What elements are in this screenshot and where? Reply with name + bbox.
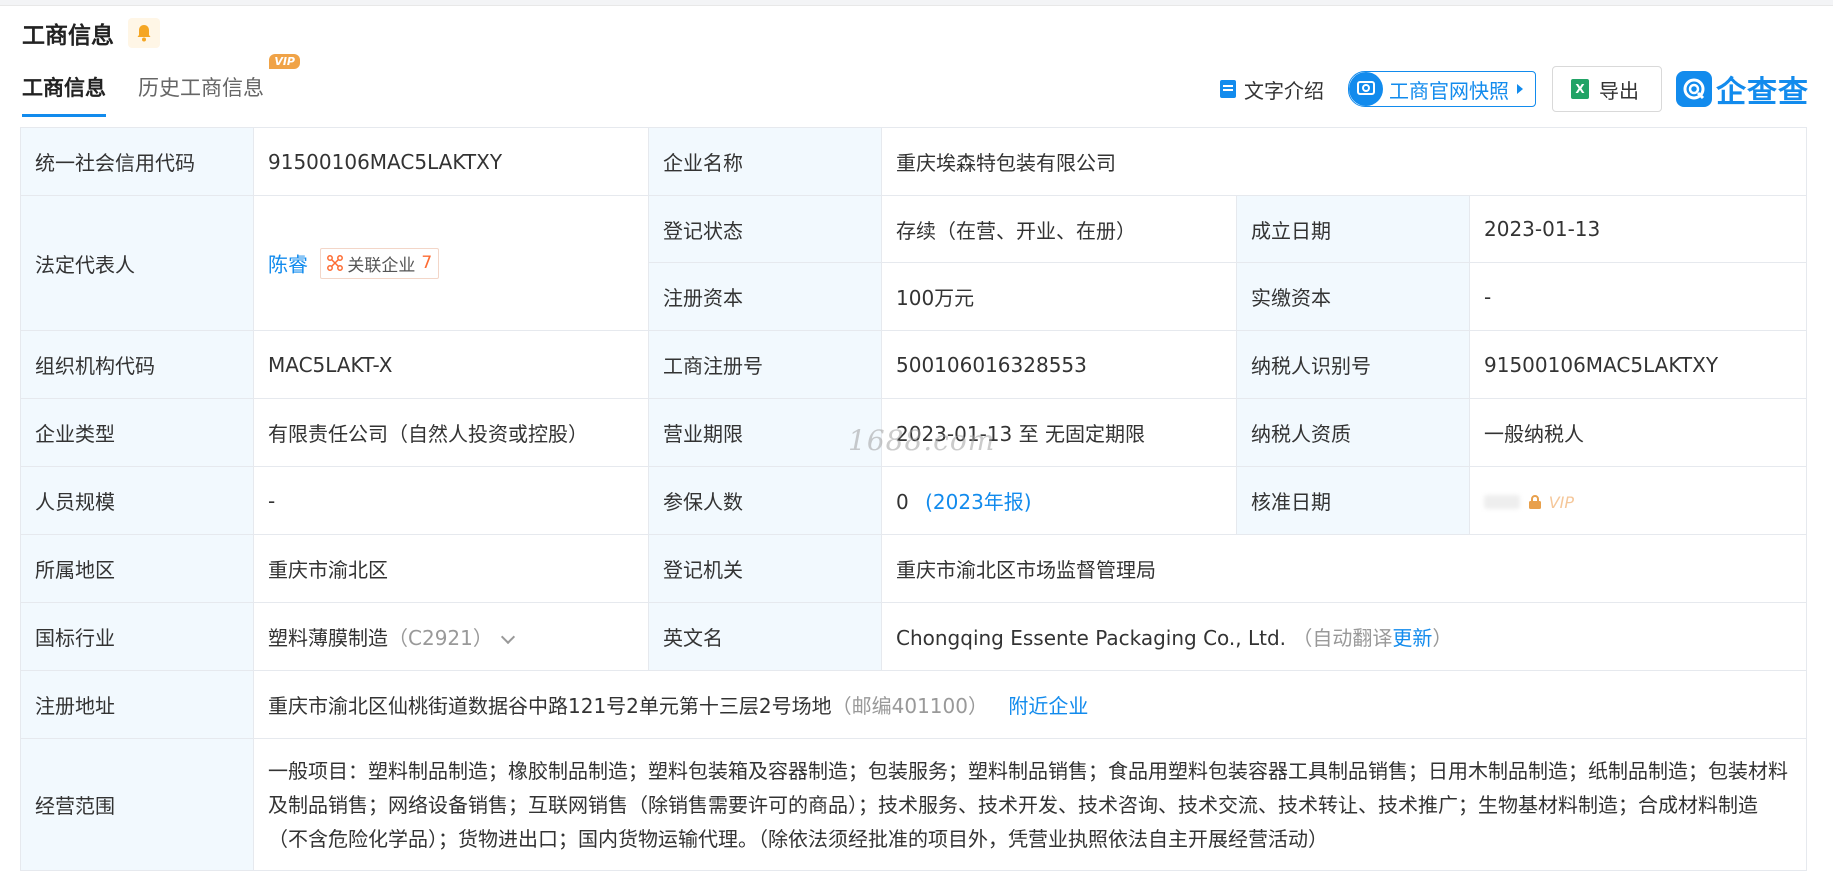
table-row: 人员规模 - 参保人数 0 (2023年报) 核准日期 VIP — [20, 466, 1807, 535]
section-title: 工商信息 — [22, 23, 114, 49]
address-cell: 重庆市渝北区仙桃街道数据谷中路121号2单元第十三层2号场地（邮编401100）… — [253, 670, 1807, 739]
vip-badge: VIP — [269, 54, 300, 69]
top-border — [0, 0, 1833, 6]
english-name-value: Chongqing Essente Packaging Co., Ltd. — [896, 626, 1287, 650]
auto-translate-note: （自动翻译 — [1292, 626, 1393, 650]
taxpayer-id-label: 纳税人识别号 — [1236, 330, 1470, 399]
section-header: 工商信息 — [22, 16, 160, 50]
reg-capital-label: 注册资本 — [648, 262, 882, 331]
reg-no-label: 工商注册号 — [648, 330, 882, 399]
document-icon — [1220, 80, 1236, 98]
vip-tag: VIP — [1548, 492, 1575, 512]
credit-code-value: 91500106MAC5LAKTXY — [253, 127, 649, 196]
annual-report-link[interactable]: (2023年报) — [925, 490, 1032, 514]
staff-size-label: 人员规模 — [20, 466, 254, 535]
industry-code: （C2921） — [388, 626, 493, 650]
tax-qual-value: 一般纳税人 — [1469, 398, 1807, 467]
logo-icon — [1676, 71, 1712, 107]
founded-label: 成立日期 — [1236, 195, 1470, 263]
bell-icon[interactable] — [128, 18, 160, 48]
table-row: 统一社会信用代码 91500106MAC5LAKTXY 企业名称 重庆埃森特包装… — [20, 127, 1807, 196]
text-intro-label: 文字介绍 — [1244, 78, 1324, 103]
scope-value: 一般项目：塑料制品制造；橡胶制品制造；塑料包装箱及容器制造；包装服务；塑料制品销… — [253, 738, 1807, 871]
tax-qual-label: 纳税人资质 — [1236, 398, 1470, 467]
lock-icon — [1529, 495, 1542, 509]
related-label: 关联企业 — [347, 255, 416, 276]
table-row: 经营范围 一般项目：塑料制品制造；橡胶制品制造；塑料包装箱及容器制造；包装服务；… — [20, 738, 1807, 871]
authority-value: 重庆市渝北区市场监督管理局 — [881, 534, 1807, 603]
network-icon — [327, 255, 344, 271]
toolbar: 文字介绍 工商官网快照 X 导出 企查查 — [1220, 66, 1809, 112]
official-snapshot-button[interactable]: 工商官网快照 — [1348, 71, 1536, 107]
logo: 企查查 — [1676, 67, 1809, 111]
tab-label: 历史工商信息 — [138, 76, 264, 100]
table-row: 国标行业 塑料薄膜制造（C2921） 英文名 Chongqing Essente… — [20, 602, 1807, 671]
company-type-value: 有限责任公司（自然人投资或控股） — [253, 398, 649, 467]
company-type-label: 企业类型 — [20, 398, 254, 467]
blurred-value — [1484, 495, 1520, 509]
nearby-companies-link[interactable]: 附近企业 — [1008, 694, 1088, 718]
org-code-label: 组织机构代码 — [20, 330, 254, 399]
company-name-value: 重庆埃森特包装有限公司 — [881, 127, 1807, 196]
caret-right-icon — [1517, 84, 1523, 94]
legal-rep-cell: 陈睿 关联企业 7 — [253, 195, 649, 331]
address-value: 重庆市渝北区仙桃街道数据谷中路121号2单元第十三层2号场地 — [268, 694, 832, 718]
reg-no-value: 500106016328553 — [881, 330, 1237, 399]
reg-status-value: 存续（在营、开业、在册） — [881, 195, 1237, 263]
authority-label: 登记机关 — [648, 534, 882, 603]
founded-value: 2023-01-13 — [1469, 195, 1807, 263]
scope-label: 经营范围 — [20, 738, 254, 871]
approve-date-label: 核准日期 — [1236, 466, 1470, 535]
tab-business-info[interactable]: 工商信息 — [22, 72, 106, 117]
region-label: 所属地区 — [20, 534, 254, 603]
export-button[interactable]: X 导出 — [1552, 66, 1662, 112]
address-label: 注册地址 — [20, 670, 254, 739]
industry-cell[interactable]: 塑料薄膜制造（C2921） — [253, 602, 649, 671]
insured-label: 参保人数 — [648, 466, 882, 535]
company-name-label: 企业名称 — [648, 127, 882, 196]
reg-capital-value: 100万元 — [881, 262, 1237, 331]
related-companies-button[interactable]: 关联企业 7 — [320, 247, 440, 279]
logo-text: 企查查 — [1716, 75, 1809, 110]
tab-history-business-info[interactable]: 历史工商信息 VIP — [138, 54, 300, 117]
tab-bar: 工商信息 历史工商信息 VIP — [22, 54, 300, 117]
update-translation-link[interactable]: 更新 — [1392, 626, 1432, 650]
legal-rep-link[interactable]: 陈睿 — [268, 252, 308, 276]
approve-date-cell[interactable]: VIP — [1469, 466, 1807, 535]
paid-capital-value: - — [1469, 262, 1807, 331]
english-name-label: 英文名 — [648, 602, 882, 671]
business-info-table: 统一社会信用代码 91500106MAC5LAKTXY 企业名称 重庆埃森特包装… — [20, 127, 1807, 871]
taxpayer-id-value: 91500106MAC5LAKTXY — [1469, 330, 1807, 399]
industry-label: 国标行业 — [20, 602, 254, 671]
credit-code-label: 统一社会信用代码 — [20, 127, 254, 196]
excel-icon: X — [1571, 79, 1589, 99]
related-count: 7 — [421, 253, 433, 273]
english-name-cell: Chongqing Essente Packaging Co., Ltd. （自… — [881, 602, 1807, 671]
reg-status-label: 登记状态 — [648, 195, 882, 263]
tab-label: 工商信息 — [22, 76, 106, 100]
region-value: 重庆市渝北区 — [253, 534, 649, 603]
term-label: 营业期限 — [648, 398, 882, 467]
legal-rep-label: 法定代表人 — [20, 195, 254, 331]
paid-capital-label: 实缴资本 — [1236, 262, 1470, 331]
table-row: 法定代表人 陈睿 关联企业 7 登记状态 存续（在营、开业、在册） 成立日期 2… — [20, 195, 1807, 331]
chevron-down-icon[interactable] — [500, 629, 515, 645]
postcode: （邮编401100） — [831, 694, 988, 718]
export-label: 导出 — [1599, 78, 1639, 103]
snapshot-label: 工商官网快照 — [1389, 78, 1509, 103]
org-code-value: MAC5LAKT-X — [253, 330, 649, 399]
table-row: 所属地区 重庆市渝北区 登记机关 重庆市渝北区市场监督管理局 — [20, 534, 1807, 603]
text-intro-button[interactable]: 文字介绍 — [1220, 75, 1324, 104]
watermark: 1688.com — [848, 424, 996, 457]
table-row: 组织机构代码 MAC5LAKT-X 工商注册号 500106016328553 … — [20, 330, 1807, 399]
insured-cell: 0 (2023年报) — [881, 466, 1237, 535]
staff-size-value: - — [253, 466, 649, 535]
table-row: 注册地址 重庆市渝北区仙桃街道数据谷中路121号2单元第十三层2号场地（邮编40… — [20, 670, 1807, 739]
insured-value: 0 — [896, 490, 909, 514]
snapshot-icon — [1349, 72, 1383, 106]
industry-value: 塑料薄膜制造 — [268, 626, 388, 650]
auto-translate-note-end: ） — [1432, 626, 1453, 650]
